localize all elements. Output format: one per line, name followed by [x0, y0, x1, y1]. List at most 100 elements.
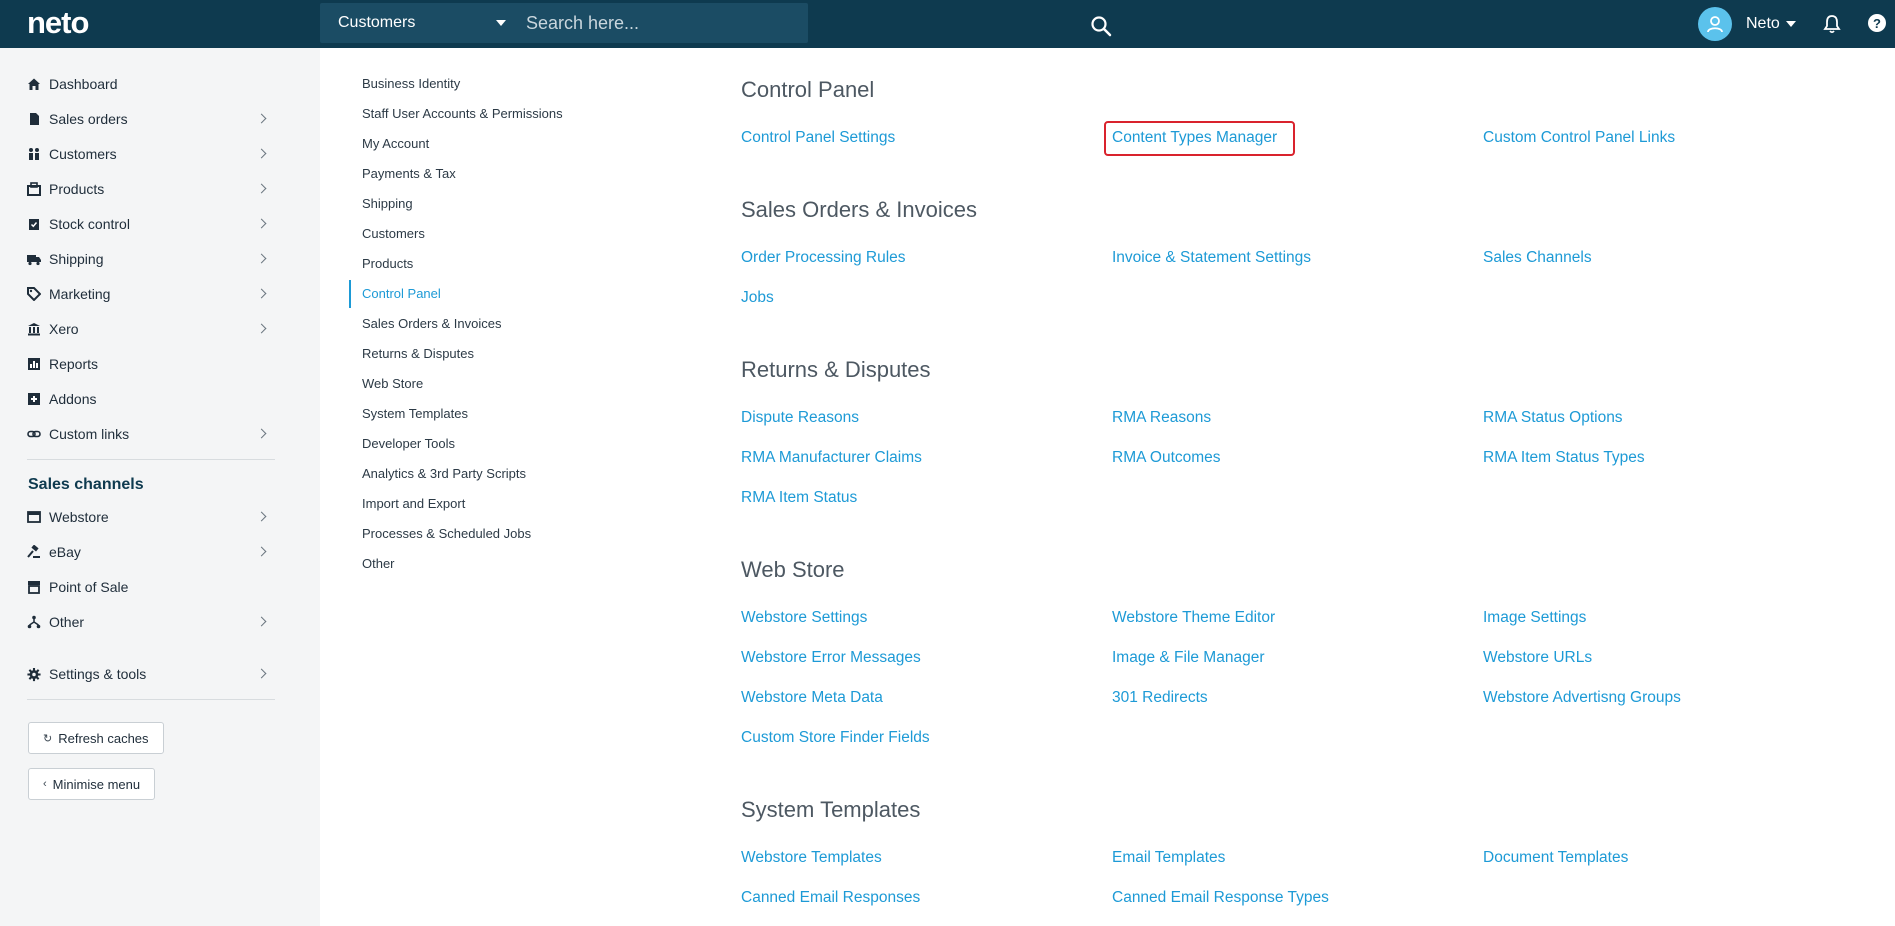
- link-rma-manufacturer-claims[interactable]: RMA Manufacturer Claims: [741, 449, 922, 467]
- link-rma-item-status-types[interactable]: RMA Item Status Types: [1483, 449, 1645, 467]
- link-email-templates[interactable]: Email Templates: [1112, 849, 1225, 867]
- sidebar-item-label: Products: [49, 181, 105, 197]
- subnav-sales-orders-invoices[interactable]: Sales Orders & Invoices: [362, 316, 501, 331]
- refresh-caches-button[interactable]: ↻ Refresh caches: [28, 722, 164, 754]
- link-rma-status-options[interactable]: RMA Status Options: [1483, 409, 1623, 427]
- link-webstore-theme-editor[interactable]: Webstore Theme Editor: [1112, 609, 1275, 627]
- link-content-types-manager[interactable]: Content Types Manager: [1112, 129, 1277, 147]
- subnav-my-account[interactable]: My Account: [362, 136, 429, 151]
- sidebar-item-sales-orders[interactable]: Sales orders: [27, 104, 275, 134]
- truck-icon: [27, 252, 41, 266]
- sidebar-item-shipping[interactable]: Shipping: [27, 244, 275, 274]
- sidebar-item-marketing[interactable]: Marketing: [27, 279, 275, 309]
- divider: [27, 459, 275, 460]
- link-custom-control-panel-links[interactable]: Custom Control Panel Links: [1483, 129, 1675, 147]
- chevron-right-icon: [256, 253, 267, 264]
- network-icon: [27, 615, 41, 629]
- subnav-returns-disputes[interactable]: Returns & Disputes: [362, 346, 474, 361]
- browser-icon: [27, 510, 41, 524]
- sidebar-item-label: Custom links: [49, 426, 130, 442]
- link-custom-store-finder-fields[interactable]: Custom Store Finder Fields: [741, 729, 930, 747]
- link-301-redirects[interactable]: 301 Redirects: [1112, 689, 1208, 707]
- link-sales-channels[interactable]: Sales Channels: [1483, 249, 1592, 267]
- link-rma-outcomes[interactable]: RMA Outcomes: [1112, 449, 1221, 467]
- sidebar-item-customers[interactable]: Customers: [27, 139, 275, 169]
- sidebar-item-reports[interactable]: Reports: [27, 349, 275, 379]
- link-canned-email-response-types[interactable]: Canned Email Response Types: [1112, 889, 1329, 907]
- sidebar-item-dashboard[interactable]: Dashboard: [27, 69, 275, 99]
- sidebar-item-xero[interactable]: Xero: [27, 314, 275, 344]
- refresh-icon: ↻: [43, 732, 53, 745]
- link-rma-item-status[interactable]: RMA Item Status: [741, 489, 857, 507]
- section-title-sales-orders: Sales Orders & Invoices: [741, 197, 977, 222]
- chevron-left-icon: ‹: [43, 778, 47, 790]
- subnav-processes-jobs[interactable]: Processes & Scheduled Jobs: [362, 526, 531, 541]
- link-invoice-statement-settings[interactable]: Invoice & Statement Settings: [1112, 249, 1311, 267]
- subnav-web-store[interactable]: Web Store: [362, 376, 423, 391]
- main-content: [320, 48, 1895, 926]
- tag-icon: [27, 287, 41, 301]
- section-title-web-store: Web Store: [741, 557, 845, 582]
- chevron-right-icon: [256, 668, 267, 679]
- sidebar-item-label: Stock control: [49, 216, 130, 232]
- search-scope-dropdown[interactable]: Customers: [320, 3, 520, 43]
- neto-logo[interactable]: neto: [27, 5, 89, 41]
- sidebar-item-products[interactable]: Products: [27, 174, 275, 204]
- help-icon[interactable]: ?: [1868, 14, 1886, 32]
- subnav-staff-accounts[interactable]: Staff User Accounts & Permissions: [362, 106, 563, 121]
- bell-icon[interactable]: [1823, 14, 1841, 34]
- avatar: [1698, 7, 1732, 41]
- subnav-products[interactable]: Products: [362, 256, 413, 271]
- gavel-icon: [27, 545, 41, 559]
- link-webstore-advertising-groups[interactable]: Webstore Advertisng Groups: [1483, 689, 1681, 707]
- sidebar-item-webstore[interactable]: Webstore: [27, 502, 275, 532]
- sidebar-item-label: Marketing: [49, 286, 111, 302]
- top-bar: neto Customers Neto ?: [0, 0, 1895, 48]
- link-control-panel-settings[interactable]: Control Panel Settings: [741, 129, 895, 147]
- link-order-processing-rules[interactable]: Order Processing Rules: [741, 249, 906, 267]
- link-webstore-urls[interactable]: Webstore URLs: [1483, 649, 1592, 667]
- link-image-settings[interactable]: Image Settings: [1483, 609, 1586, 627]
- subnav-analytics-scripts[interactable]: Analytics & 3rd Party Scripts: [362, 466, 526, 481]
- bar-chart-icon: [27, 357, 41, 371]
- subnav-customers[interactable]: Customers: [362, 226, 425, 241]
- link-jobs[interactable]: Jobs: [741, 289, 774, 307]
- sidebar-item-addons[interactable]: Addons: [27, 384, 275, 414]
- subnav-system-templates[interactable]: System Templates: [362, 406, 468, 421]
- search-icon[interactable]: [1090, 15, 1112, 37]
- link-document-templates[interactable]: Document Templates: [1483, 849, 1628, 867]
- sidebar-item-other[interactable]: Other: [27, 607, 275, 637]
- subnav-shipping[interactable]: Shipping: [362, 196, 413, 211]
- subnav-control-panel[interactable]: Control Panel: [362, 286, 441, 301]
- search-input[interactable]: [526, 7, 766, 39]
- link-canned-email-responses[interactable]: Canned Email Responses: [741, 889, 920, 907]
- sidebar-item-settings-tools[interactable]: Settings & tools: [27, 659, 275, 689]
- link-rma-reasons[interactable]: RMA Reasons: [1112, 409, 1211, 427]
- subnav-import-export[interactable]: Import and Export: [362, 496, 465, 511]
- document-icon: [27, 112, 41, 126]
- store-icon: [27, 580, 41, 594]
- sidebar: Dashboard Sales orders Customers Product…: [0, 48, 320, 926]
- sidebar-item-label: Customers: [49, 146, 117, 162]
- chevron-right-icon: [256, 183, 267, 194]
- section-title-system-templates: System Templates: [741, 797, 921, 822]
- sidebar-item-ebay[interactable]: eBay: [27, 537, 275, 567]
- link-webstore-templates[interactable]: Webstore Templates: [741, 849, 882, 867]
- sidebar-item-custom-links[interactable]: Custom links: [27, 419, 275, 449]
- user-name: Neto: [1746, 15, 1780, 32]
- search-scope-label: Customers: [338, 14, 416, 31]
- minimise-menu-button[interactable]: ‹ Minimise menu: [28, 768, 156, 800]
- sidebar-item-point-of-sale[interactable]: Point of Sale: [27, 572, 275, 602]
- sidebar-item-stock-control[interactable]: Stock control: [27, 209, 275, 239]
- link-webstore-error-messages[interactable]: Webstore Error Messages: [741, 649, 921, 667]
- subnav-other[interactable]: Other: [362, 556, 395, 571]
- box-icon: [27, 182, 41, 196]
- link-webstore-meta-data[interactable]: Webstore Meta Data: [741, 689, 883, 707]
- link-dispute-reasons[interactable]: Dispute Reasons: [741, 409, 859, 427]
- link-image-file-manager[interactable]: Image & File Manager: [1112, 649, 1265, 667]
- subnav-payments-tax[interactable]: Payments & Tax: [362, 166, 456, 181]
- subnav-business-identity[interactable]: Business Identity: [362, 76, 460, 91]
- subnav-developer-tools[interactable]: Developer Tools: [362, 436, 455, 451]
- link-webstore-settings[interactable]: Webstore Settings: [741, 609, 867, 627]
- user-menu[interactable]: Neto: [1698, 6, 1796, 42]
